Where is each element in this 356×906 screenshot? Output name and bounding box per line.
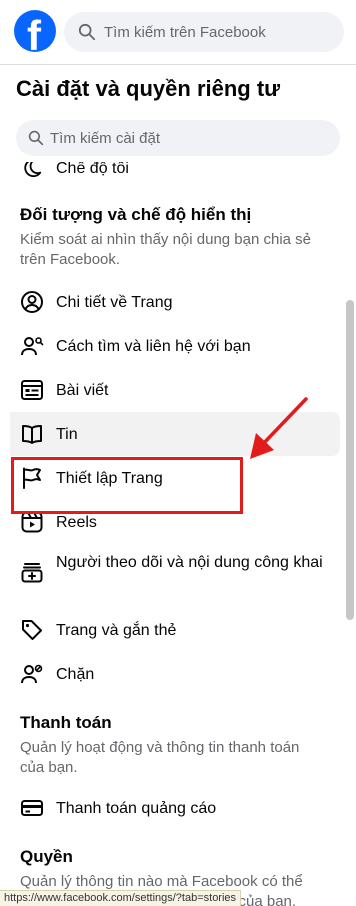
- annotation-highlight-box: [11, 457, 243, 514]
- person-search-icon: [20, 334, 44, 358]
- search-icon: [28, 130, 44, 146]
- menu-item-blocking[interactable]: Chặn: [0, 652, 340, 696]
- menu-item-label: Người theo dõi và nội dung công khai: [56, 554, 323, 571]
- payment-section-description: Quản lý hoạt động và thông tin thanh toá…: [20, 739, 300, 776]
- menu-item-label: Reels: [56, 513, 97, 531]
- block-icon: [20, 662, 44, 686]
- card-icon: [20, 796, 44, 820]
- top-bar: f Tìm kiếm trên Facebook: [0, 0, 356, 64]
- menu-item-label: Tin: [56, 425, 78, 443]
- settings-search-placeholder: Tìm kiếm cài đặt: [50, 129, 161, 147]
- menu-item-label: Chặn: [56, 665, 95, 683]
- facebook-search-input[interactable]: Tìm kiếm trên Facebook: [64, 12, 344, 52]
- menu-item-find-contact[interactable]: Cách tìm và liên hệ với bạn: [0, 324, 340, 368]
- settings-search-input[interactable]: Tìm kiếm cài đặt: [16, 120, 340, 156]
- tag-icon: [20, 618, 44, 642]
- post-icon: [20, 378, 44, 402]
- scrollbar-thumb[interactable]: [346, 300, 354, 620]
- facebook-search-placeholder: Tìm kiếm trên Facebook: [104, 23, 266, 41]
- menu-item-followers-public-content[interactable]: Người theo dõi và nội dung công khai: [0, 544, 340, 608]
- book-icon: [20, 422, 44, 446]
- menu-item-dark-mode[interactable]: Chế độ tối: [0, 162, 340, 190]
- menu-item-label: Chế độ tối: [56, 162, 129, 177]
- page-title: Cài đặt và quyền riêng tư: [16, 76, 281, 101]
- settings-list[interactable]: Chế độ tối Đối tượng và chế độ hiển thị …: [0, 162, 356, 906]
- menu-item-ad-payments[interactable]: Thanh toán quảng cáo: [0, 786, 340, 830]
- facebook-logo[interactable]: f: [14, 10, 56, 52]
- status-bar-url: https://www.facebook.com/settings/?tab=s…: [0, 890, 242, 906]
- followers-icon: [20, 560, 44, 584]
- facebook-logo-letter: f: [27, 12, 41, 53]
- search-icon: [78, 23, 96, 41]
- audience-section-title: Đối tượng và chế độ hiển thị: [20, 205, 252, 224]
- menu-item-label: Chi tiết về Trang: [56, 293, 173, 311]
- permissions-section-title: Quyền: [20, 847, 73, 866]
- menu-item-pages-tagging[interactable]: Trang và gắn thẻ: [0, 608, 340, 652]
- moon-icon: [20, 162, 44, 180]
- header-divider: [0, 64, 356, 65]
- menu-item-label: Trang và gắn thẻ: [56, 621, 177, 639]
- menu-item-label: Cách tìm và liên hệ với bạn: [56, 337, 251, 355]
- menu-item-label: Bài viết: [56, 381, 109, 399]
- menu-item-label: Thanh toán quảng cáo: [56, 799, 217, 817]
- person-circle-icon: [20, 290, 44, 314]
- audience-section-description: Kiểm soát ai nhìn thấy nội dung bạn chia…: [20, 231, 312, 268]
- payment-section-title: Thanh toán: [20, 713, 112, 732]
- scrollbar[interactable]: [346, 300, 354, 620]
- annotation-arrow-icon: [250, 397, 308, 459]
- menu-item-page-details[interactable]: Chi tiết về Trang: [0, 280, 340, 324]
